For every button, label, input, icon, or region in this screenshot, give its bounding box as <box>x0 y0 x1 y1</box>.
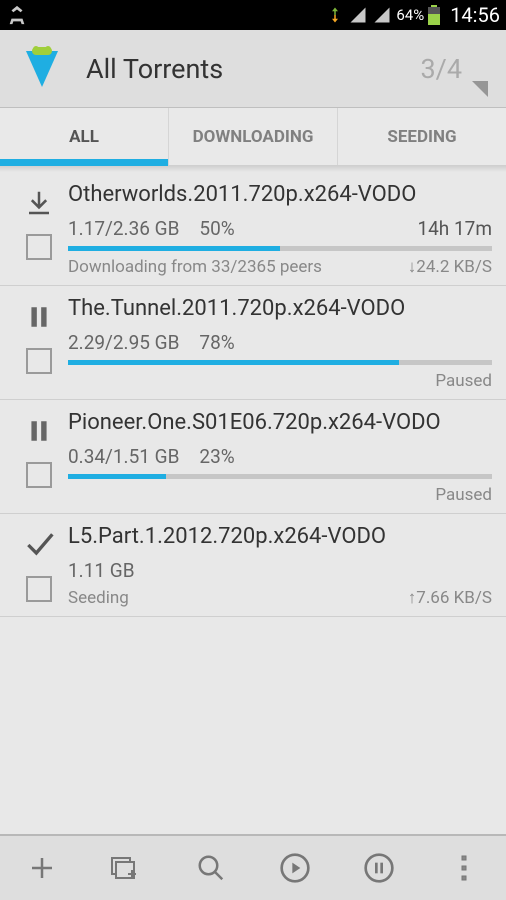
tab-label: DOWNLOADING <box>193 127 314 147</box>
torrent-name: Otherworlds.2011.720p.x264-VODO <box>68 182 492 207</box>
torrent-status: Seeding <box>68 588 129 608</box>
pause-icon <box>22 414 56 448</box>
progress-fill <box>68 246 280 251</box>
search-button[interactable] <box>183 840 239 896</box>
pause-all-button[interactable] <box>351 840 407 896</box>
notification-icon <box>6 4 28 26</box>
torrent-name: Pioneer.One.S01E06.720p.x264-VODO <box>68 410 492 435</box>
list-item[interactable]: L5.Part.1.2012.720p.x264-VODO 1.11 GB Se… <box>0 514 506 617</box>
torrent-speed: ↑7.66 KB/S <box>408 588 492 608</box>
torrent-count: 3/4 <box>421 53 463 85</box>
pause-icon <box>22 300 56 334</box>
tab-seeding[interactable]: SEEDING <box>338 108 506 165</box>
list-item[interactable]: Pioneer.One.S01E06.720p.x264-VODO 0.34/1… <box>0 400 506 514</box>
torrent-speed: ↓24.2 KB/S <box>408 257 492 277</box>
checkbox[interactable] <box>26 462 52 488</box>
progress-fill <box>68 474 166 479</box>
progress-bar <box>68 360 492 365</box>
checkbox[interactable] <box>26 576 52 602</box>
app-icon <box>18 45 66 93</box>
progress-bar <box>68 246 492 251</box>
torrent-size: 2.29/2.95 GB <box>68 331 179 354</box>
checkbox[interactable] <box>26 234 52 260</box>
list-item[interactable]: Otherworlds.2011.720p.x264-VODO 1.17/2.3… <box>0 172 506 286</box>
torrent-speed: Paused <box>435 371 492 391</box>
clock: 14:56 <box>450 3 500 27</box>
app-bar[interactable]: All Torrents 3/4 <box>0 30 506 108</box>
torrent-percent: 78% <box>199 331 234 354</box>
tab-downloading[interactable]: DOWNLOADING <box>169 108 338 165</box>
signal-icon <box>372 6 392 24</box>
bottom-action-bar <box>0 834 506 900</box>
battery-icon <box>428 5 440 25</box>
sync-icon <box>326 6 344 24</box>
torrent-size: 1.17/2.36 GB <box>68 217 179 240</box>
torrent-eta: 14h 17m <box>417 217 492 240</box>
signal-icon <box>348 6 368 24</box>
torrent-speed: Paused <box>435 485 492 505</box>
torrent-name: The.Tunnel.2011.720p.x264-VODO <box>68 296 492 321</box>
torrent-size: 0.34/1.51 GB <box>68 445 179 468</box>
torrent-percent: 50% <box>199 217 234 240</box>
tab-label: SEEDING <box>387 127 456 147</box>
resume-all-button[interactable] <box>267 840 323 896</box>
torrent-percent: 23% <box>199 445 234 468</box>
torrent-list: Otherworlds.2011.720p.x264-VODO 1.17/2.3… <box>0 172 506 834</box>
tab-label: ALL <box>69 127 99 147</box>
download-icon <box>22 186 56 220</box>
tab-all[interactable]: ALL <box>0 108 169 165</box>
page-title: All Torrents <box>86 53 421 85</box>
progress-fill <box>68 360 399 365</box>
android-statusbar: 64% 14:56 <box>0 0 506 30</box>
add-file-button[interactable] <box>98 840 154 896</box>
battery-percent: 64% <box>396 6 424 24</box>
torrent-name: L5.Part.1.2012.720p.x264-VODO <box>68 524 492 549</box>
list-item[interactable]: The.Tunnel.2011.720p.x264-VODO 2.29/2.95… <box>0 286 506 400</box>
checkbox[interactable] <box>26 348 52 374</box>
tab-bar: ALL DOWNLOADING SEEDING <box>0 108 506 166</box>
progress-bar <box>68 474 492 479</box>
dropdown-indicator-icon[interactable] <box>472 81 488 97</box>
overflow-menu-button[interactable] <box>436 840 492 896</box>
checkmark-icon <box>22 528 56 562</box>
torrent-size: 1.11 GB <box>68 559 135 582</box>
torrent-status: Downloading from 33/2365 peers <box>68 257 322 277</box>
add-button[interactable] <box>14 840 70 896</box>
